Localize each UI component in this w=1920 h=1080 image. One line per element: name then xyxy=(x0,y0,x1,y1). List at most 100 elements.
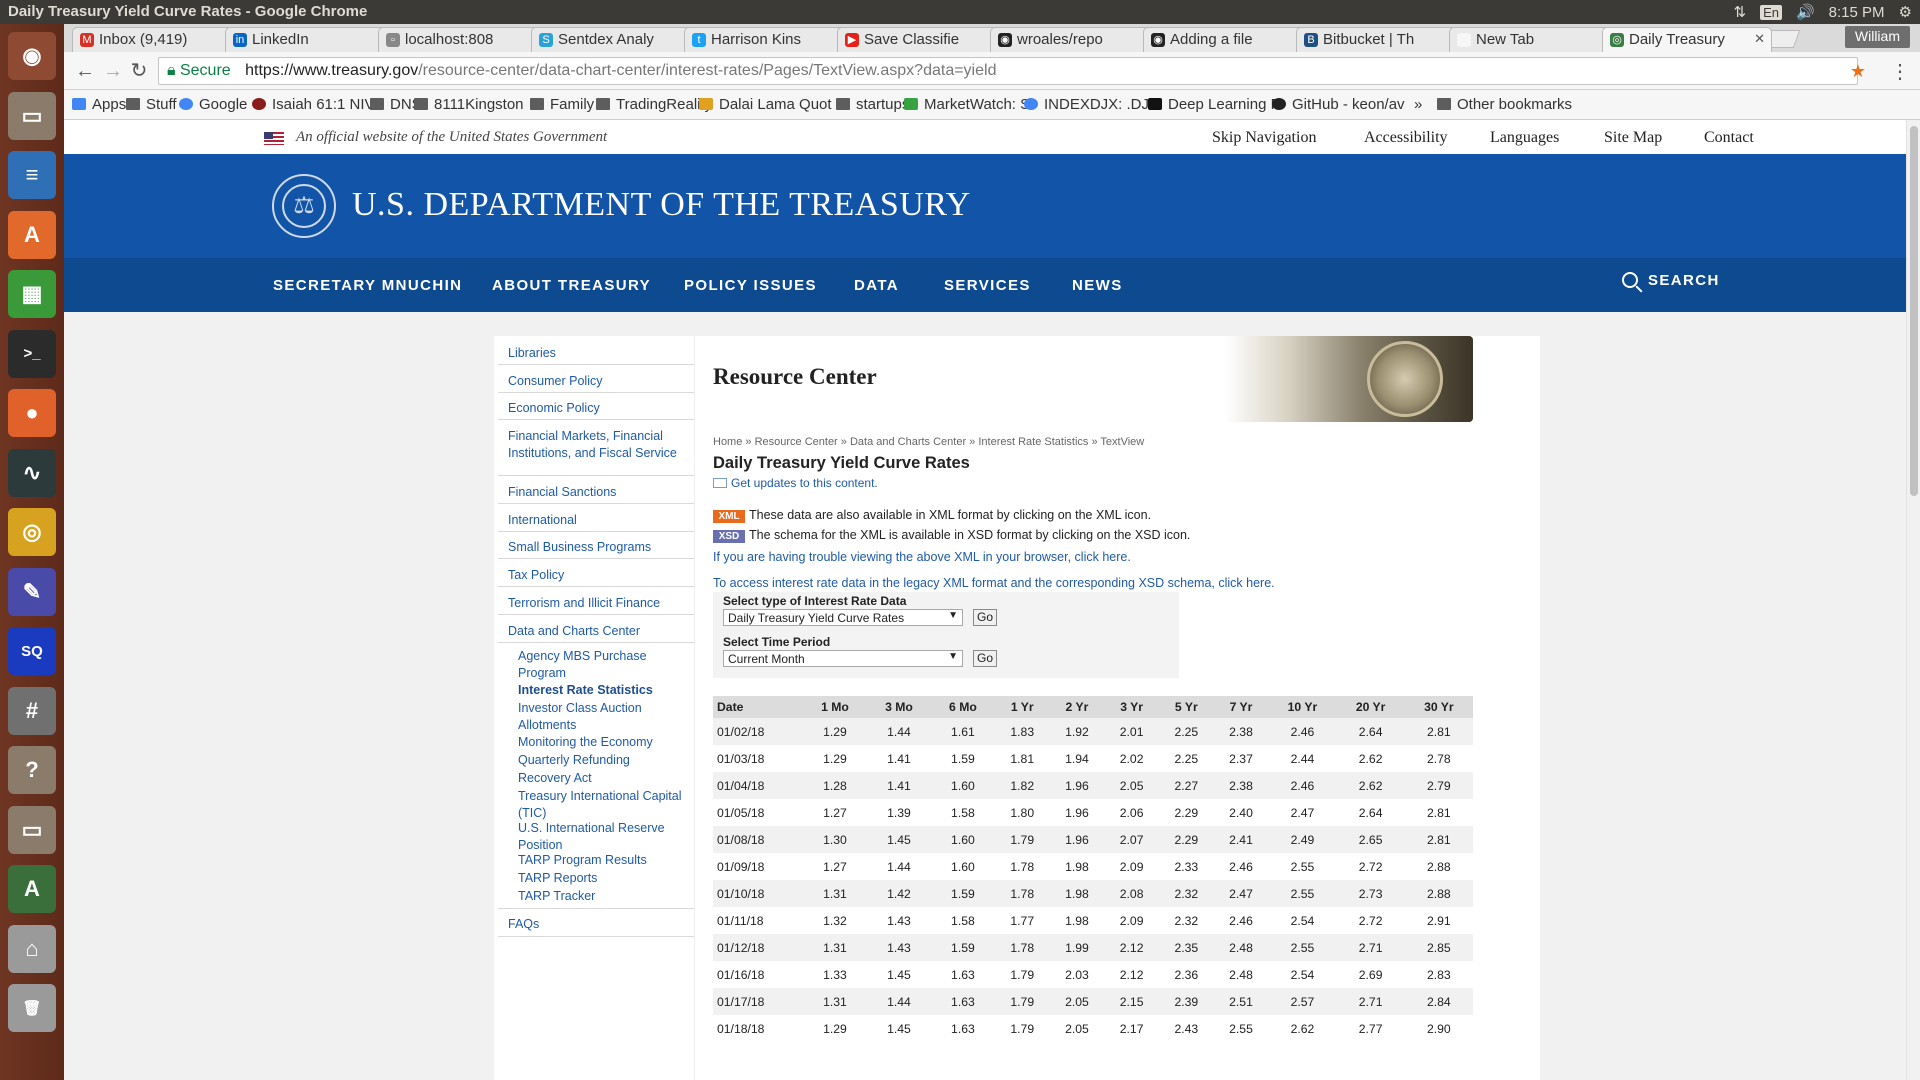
bookmark-item[interactable]: startups xyxy=(836,96,909,113)
clock[interactable]: 8:15 PM xyxy=(1829,4,1885,21)
scrollbar-thumb[interactable] xyxy=(1910,126,1918,496)
trouble-viewing-link[interactable]: If you are having trouble viewing the ab… xyxy=(713,550,1131,564)
browser-tab[interactable]: MInbox (9,419)✕ xyxy=(72,27,242,52)
tab-close-icon[interactable]: ✕ xyxy=(1754,31,1765,47)
forward-arrow-icon[interactable]: → xyxy=(100,58,126,84)
search-button[interactable]: SEARCH xyxy=(1622,272,1720,289)
rate-type-select[interactable]: Daily Treasury Yield Curve Rates ▼ xyxy=(723,609,963,626)
sidebar-sublink[interactable]: Agency MBS Purchase Program xyxy=(518,648,688,682)
legacy-xml-link[interactable]: To access interest rate data in the lega… xyxy=(713,576,1275,590)
volume-icon[interactable]: 🔊 xyxy=(1796,3,1815,21)
site-title[interactable]: U.S. DEPARTMENT OF THE TREASURY xyxy=(352,186,971,224)
sidebar-link[interactable]: Small Business Programs xyxy=(508,539,690,556)
contact-link[interactable]: Contact xyxy=(1704,129,1754,147)
sidebar-sublink[interactable]: Recovery Act xyxy=(518,770,688,787)
bookmark-item[interactable]: Isaiah 61:1 NIV - xyxy=(252,96,384,113)
sidebar-link[interactable]: Terrorism and Illicit Finance xyxy=(508,595,690,612)
sidebar-sublink[interactable]: U.S. International Reserve Position xyxy=(518,820,688,854)
chrome-menu-icon[interactable]: ⋮ xyxy=(1890,59,1910,84)
launcher-terminal-icon[interactable]: >_ xyxy=(8,329,56,378)
bookmark-item[interactable]: Dalai Lama Quot xyxy=(699,96,832,113)
bookmark-item[interactable]: TradingReality xyxy=(596,96,712,113)
bookmark-item[interactable]: Stuff xyxy=(126,96,177,113)
nav-about-treasury[interactable]: ABOUT TREASURY xyxy=(492,277,651,294)
browser-tab[interactable]: tHarrison Kins✕ xyxy=(684,27,854,52)
launcher-system-monitor-icon[interactable]: ∿ xyxy=(8,448,56,497)
nav-news[interactable]: NEWS xyxy=(1072,277,1123,294)
sidebar-sublink[interactable]: Investor Class Auction Allotments xyxy=(518,700,688,734)
launcher-calculator-icon[interactable]: # xyxy=(8,686,56,735)
treasury-seal-logo[interactable]: ⚖ xyxy=(272,174,336,238)
launcher-files-icon[interactable]: ▭ xyxy=(8,91,56,140)
launcher-scanner-icon[interactable]: ⌂ xyxy=(8,924,56,973)
nav-services[interactable]: SERVICES xyxy=(944,277,1031,294)
sidebar-link[interactable]: Financial Markets, Financial Institution… xyxy=(508,428,690,462)
sidebar-sublink[interactable]: TARP Tracker xyxy=(518,888,688,905)
sidebar-link[interactable]: Tax Policy xyxy=(508,567,690,584)
sidebar-link[interactable]: Libraries xyxy=(508,345,690,362)
reload-icon[interactable]: ↻ xyxy=(126,58,152,84)
browser-tab[interactable]: New Tab✕ xyxy=(1449,27,1619,52)
bookmark-item[interactable]: Google xyxy=(179,96,247,113)
launcher-editor-icon[interactable]: ✎ xyxy=(8,567,56,616)
bookmark-star-icon[interactable]: ★ xyxy=(1850,61,1866,82)
launcher-chrome-icon[interactable]: ◎ xyxy=(8,508,56,556)
launcher-calc-icon[interactable]: ▦ xyxy=(8,270,56,318)
sidebar-sublink[interactable]: Monitoring the Economy xyxy=(518,734,688,751)
bookmark-item[interactable]: Other bookmarks xyxy=(1437,96,1572,113)
browser-tab[interactable]: ◉Adding a file✕ xyxy=(1143,27,1313,52)
network-icon[interactable]: ⇅ xyxy=(1734,3,1747,21)
back-arrow-icon[interactable]: ← xyxy=(72,58,98,84)
xml-icon[interactable]: XML xyxy=(713,510,745,523)
launcher-software-center-icon[interactable]: A xyxy=(8,210,56,259)
languages-link[interactable]: Languages xyxy=(1490,129,1559,147)
sidebar-link[interactable]: Consumer Policy xyxy=(508,373,690,390)
browser-tab[interactable]: ▶Save Classifie✕ xyxy=(837,27,1007,52)
more-bookmarks-chevron[interactable]: » xyxy=(1414,96,1422,113)
nav-policy-issues[interactable]: POLICY ISSUES xyxy=(684,277,817,294)
browser-tab[interactable]: ◉wroales/repo✕ xyxy=(990,27,1160,52)
bookmark-item[interactable]: INDEXDJX: .DJI xyxy=(1024,96,1153,113)
browser-tab[interactable]: ▫localhost:808✕ xyxy=(378,27,548,52)
xsd-icon[interactable]: XSD xyxy=(713,530,745,543)
time-period-select[interactable]: Current Month ▼ xyxy=(723,650,963,667)
sidebar-link[interactable]: Data and Charts Center xyxy=(508,623,690,640)
launcher-help-icon[interactable]: ? xyxy=(8,746,56,794)
sidebar-link[interactable]: International xyxy=(508,512,690,529)
get-updates-link[interactable]: Get updates to this content. xyxy=(713,476,878,490)
sidebar-link[interactable]: Economic Policy xyxy=(508,400,690,417)
skip-navigation-link[interactable]: Skip Navigation xyxy=(1212,129,1316,147)
keyboard-layout[interactable]: En xyxy=(1760,4,1782,20)
launcher-updater-icon[interactable]: A xyxy=(8,865,56,913)
nav-secretary[interactable]: SECRETARY MNUCHIN xyxy=(273,277,462,294)
address-bar[interactable]: 🔒︎ Secure https://www.treasury.gov/resou… xyxy=(158,57,1858,85)
settings-gear-icon[interactable]: ⚙ xyxy=(1899,3,1912,21)
browser-tab[interactable]: SSentdex Analy✕ xyxy=(531,27,701,52)
bookmark-item[interactable]: MarketWatch: St xyxy=(904,96,1034,113)
bookmark-item[interactable]: Family xyxy=(530,96,594,113)
sidebar-sublink[interactable]: TARP Reports xyxy=(518,870,688,887)
launcher-writer-icon[interactable]: ≡ xyxy=(8,151,56,199)
launcher-sqleo-icon[interactable]: SQ xyxy=(8,627,56,675)
sidebar-link[interactable]: Financial Sanctions xyxy=(508,484,690,501)
nav-data[interactable]: DATA xyxy=(854,277,899,294)
time-period-go-button[interactable]: Go xyxy=(973,650,997,667)
sidebar-sublink[interactable]: Treasury International Capital (TIC) xyxy=(518,788,688,822)
breadcrumb[interactable]: Home » Resource Center » Data and Charts… xyxy=(713,436,1144,448)
sidebar-sublink[interactable]: Quarterly Refunding xyxy=(518,752,688,769)
sidebar-link-faqs[interactable]: FAQs xyxy=(508,916,690,933)
bookmark-item[interactable]: Deep Learning F xyxy=(1148,96,1280,113)
launcher-files2-icon[interactable]: ▭ xyxy=(8,805,56,854)
bookmark-item[interactable]: 8111Kingston xyxy=(414,96,524,113)
bookmark-item[interactable]: GitHub - keon/av xyxy=(1272,96,1405,113)
page-scrollbar[interactable] xyxy=(1906,120,1920,1080)
bookmark-item[interactable]: Apps xyxy=(72,96,126,113)
rate-type-go-button[interactable]: Go xyxy=(973,609,997,626)
browser-tab[interactable]: ◎ Daily Treasury ✕ xyxy=(1602,27,1772,52)
profile-button[interactable]: William xyxy=(1844,26,1910,48)
accessibility-link[interactable]: Accessibility xyxy=(1364,129,1448,147)
site-map-link[interactable]: Site Map xyxy=(1604,129,1662,147)
launcher-firefox-icon[interactable]: ● xyxy=(8,389,56,437)
browser-tab[interactable]: BBitbucket | Th✕ xyxy=(1296,27,1466,52)
browser-tab[interactable]: inLinkedIn✕ xyxy=(225,27,395,52)
